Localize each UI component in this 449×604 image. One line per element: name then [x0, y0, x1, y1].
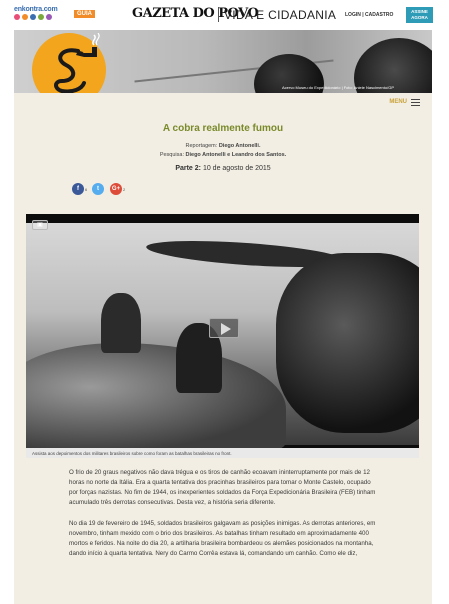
- play-icon: [221, 323, 231, 335]
- enkontra-link[interactable]: enkontra.com: [14, 6, 58, 13]
- captions-icon[interactable]: ▣: [32, 220, 48, 230]
- twitter-share-button[interactable]: t: [92, 183, 104, 195]
- article-title: A cobra realmente fumou: [162, 123, 284, 134]
- job-icon: [30, 14, 36, 20]
- video-caption: Assista aos depoimentos dos militares br…: [26, 448, 419, 458]
- article-body: O frio de 20 graus negativos não dava tr…: [69, 468, 381, 570]
- paragraph: O frio de 20 graus negativos não dava tr…: [69, 469, 376, 506]
- guia-link[interactable]: GUIA: [74, 10, 95, 18]
- wing-shape: [26, 343, 286, 448]
- facebook-icon: f: [72, 183, 84, 195]
- play-button[interactable]: [209, 318, 239, 338]
- research-label: Pesquisa:: [159, 152, 184, 158]
- article-panel: MENU A cobra realmente fumou Reportagem:…: [14, 93, 432, 604]
- google-plus-icon: G+: [110, 183, 122, 195]
- deals-icon: [38, 14, 44, 20]
- video-player[interactable]: ▣: [26, 214, 419, 448]
- subscribe-button[interactable]: ASSINE AGORA: [406, 7, 433, 23]
- google-plus-share-button[interactable]: G+ 2: [110, 183, 125, 195]
- photo-credit: Acervo Museu do Expedicionário | Foto: A…: [282, 85, 394, 90]
- enkontra-icons: [14, 14, 52, 20]
- brand-divider: [218, 7, 219, 22]
- research-names: Diego Antonelli e Leandro dos Santos.: [185, 152, 287, 158]
- reporting-name: Diego Antonelli.: [218, 143, 261, 149]
- services-icon: [46, 14, 52, 20]
- login-link[interactable]: LOGIN | CADASTRO: [345, 12, 393, 18]
- part-label: Parte 2:: [175, 165, 201, 172]
- part-date: 10 de agosto de 2015: [202, 165, 271, 172]
- reporting-line: Reportagem: Diego Antonelli.: [14, 142, 432, 151]
- menu-label: MENU: [389, 99, 407, 106]
- section-name[interactable]: VIDA E CIDADANIA: [224, 8, 336, 22]
- reporting-label: Reportagem:: [185, 143, 218, 149]
- article-credits: Reportagem: Diego Antonelli. Pesquisa: D…: [14, 142, 432, 160]
- part-line: Parte 2: 10 de agosto de 2015: [14, 165, 432, 172]
- twitter-icon: t: [92, 183, 104, 195]
- soldier-figure: [101, 293, 141, 353]
- menu-button[interactable]: MENU: [389, 97, 420, 108]
- top-bar: enkontra.com GUIA GAZETA DO POVO VIDA E …: [0, 0, 449, 30]
- paragraph: No dia 19 de fevereiro de 1945, soldados…: [69, 520, 376, 557]
- hamburger-icon: [411, 97, 420, 108]
- engine-shape: [276, 253, 419, 433]
- home-icon: [14, 14, 20, 20]
- google-plus-count: 2: [123, 186, 126, 192]
- research-line: Pesquisa: Diego Antonelli e Leandro dos …: [14, 151, 432, 160]
- facebook-count: 6: [85, 186, 88, 192]
- car-icon: [22, 14, 28, 20]
- facebook-share-button[interactable]: f 6: [72, 183, 87, 195]
